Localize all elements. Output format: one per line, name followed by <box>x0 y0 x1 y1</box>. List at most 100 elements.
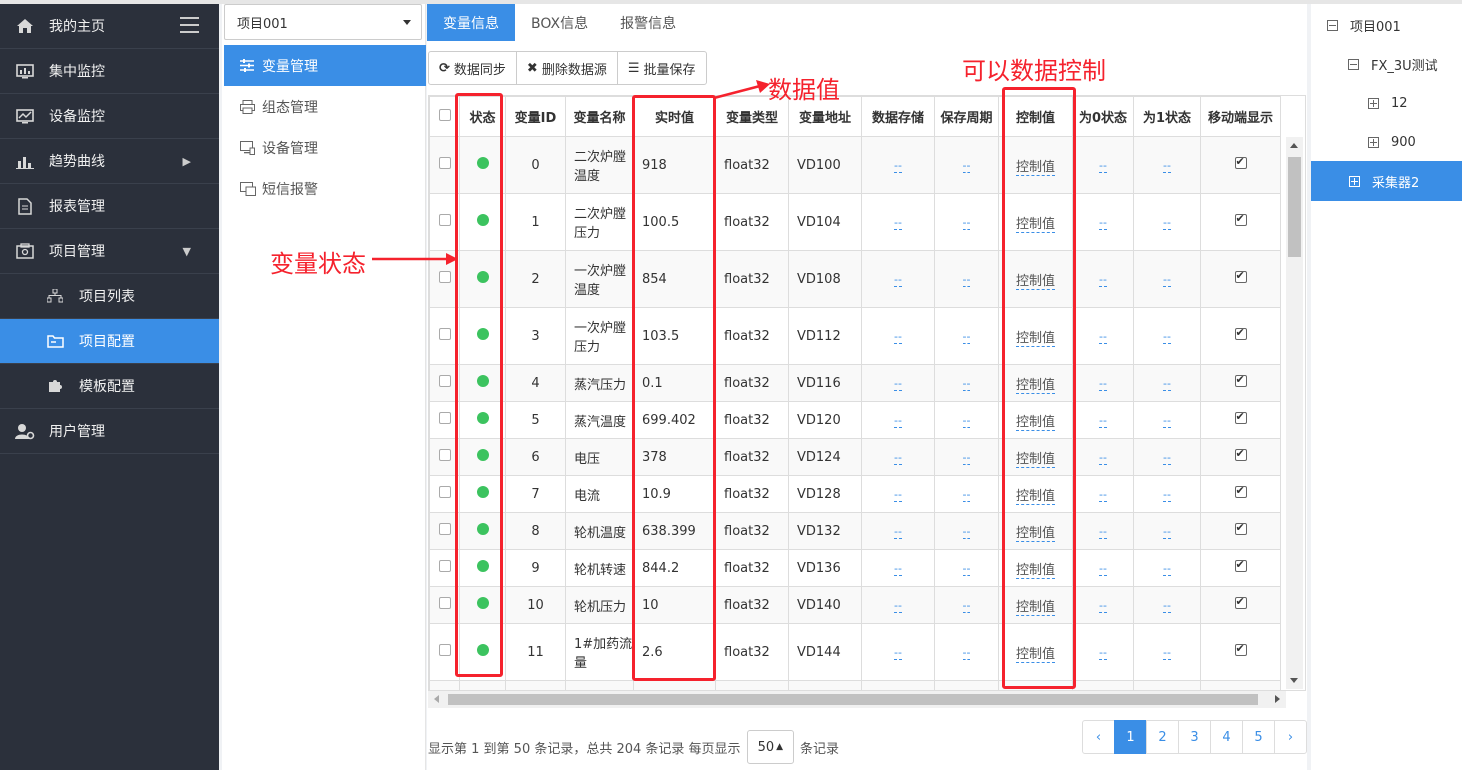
prev-page-button[interactable]: ‹ <box>1082 720 1115 754</box>
row-checkbox[interactable] <box>438 328 451 340</box>
page-button[interactable]: 1 <box>1114 720 1147 754</box>
sync-button[interactable]: ⟳ 数据同步 <box>428 51 517 85</box>
mobile-display-checkbox[interactable] <box>1234 155 1247 169</box>
one-state-link[interactable]: -- <box>1163 487 1171 502</box>
table-row[interactable]: 9 轮机转速 844.2 float32 VD136 -- -- 控制值 -- -- <box>429 549 1281 587</box>
mobile-display-checkbox[interactable] <box>1234 326 1247 340</box>
nav-item-project-list[interactable]: 项目列表 <box>0 274 219 319</box>
row-checkbox[interactable] <box>438 486 451 498</box>
mobile-display-checkbox[interactable] <box>1234 521 1247 535</box>
one-state-link[interactable]: -- <box>1163 561 1171 576</box>
mobile-display-checkbox[interactable] <box>1234 410 1247 424</box>
page-button[interactable]: 3 <box>1178 720 1211 754</box>
tab-box-info[interactable]: BOX信息 <box>515 4 604 41</box>
row-checkbox[interactable] <box>438 644 451 656</box>
zero-state-link[interactable]: -- <box>1099 487 1107 502</box>
save-period-link[interactable]: -- <box>962 329 971 344</box>
page-button[interactable]: 5 <box>1242 720 1275 754</box>
data-storage-link[interactable]: -- <box>894 450 902 465</box>
page-size-select[interactable]: 50 ▲ <box>746 730 795 764</box>
scroll-right-icon[interactable] <box>1275 695 1280 703</box>
table-row[interactable]: 6 电压 378 float32 VD124 -- -- 控制值 -- -- <box>429 438 1281 476</box>
zero-state-link[interactable]: -- <box>1099 524 1107 539</box>
table-row[interactable]: 10 轮机压力 10 float32 VD140 -- -- 控制值 -- -- <box>429 586 1281 624</box>
one-state-link[interactable]: -- <box>1163 450 1171 465</box>
one-state-link[interactable]: -- <box>1163 158 1171 173</box>
mobile-display-checkbox[interactable] <box>1234 484 1247 498</box>
scroll-thumb[interactable] <box>1288 157 1301 257</box>
data-storage-link[interactable]: -- <box>894 487 902 502</box>
column-header[interactable]: 变量ID <box>505 96 566 137</box>
page-button[interactable]: 4 <box>1210 720 1243 754</box>
column-header[interactable]: 为0状态 <box>1072 96 1134 137</box>
mobile-display-checkbox[interactable] <box>1234 269 1247 283</box>
column-header[interactable]: 保存周期 <box>934 96 999 137</box>
select-all-checkbox[interactable] <box>438 108 451 121</box>
scroll-down-icon[interactable] <box>1290 678 1298 683</box>
data-storage-link[interactable]: -- <box>894 376 902 391</box>
data-storage-link[interactable]: -- <box>894 158 902 173</box>
one-state-link[interactable]: -- <box>1163 329 1171 344</box>
row-checkbox[interactable] <box>438 214 451 226</box>
table-row[interactable]: 3 一次炉膛压力 103.5 float32 VD112 -- -- 控制值 -- -- <box>429 307 1281 365</box>
save-period-link[interactable]: -- <box>962 376 971 391</box>
save-period-link[interactable]: -- <box>962 215 971 230</box>
data-storage-link[interactable]: -- <box>894 561 902 576</box>
tab-alarm-info[interactable]: 报警信息 <box>604 4 692 41</box>
data-storage-link[interactable]: -- <box>894 329 902 344</box>
one-state-link[interactable]: -- <box>1163 524 1171 539</box>
save-period-link[interactable]: -- <box>962 450 971 465</box>
next-page-button[interactable]: › <box>1274 720 1307 754</box>
expand-icon[interactable] <box>1349 175 1360 187</box>
zero-state-link[interactable]: -- <box>1099 329 1107 344</box>
one-state-link[interactable]: -- <box>1163 272 1171 287</box>
save-period-link[interactable]: -- <box>962 598 971 613</box>
mobile-display-checkbox[interactable] <box>1234 595 1247 609</box>
zero-state-link[interactable]: -- <box>1099 215 1107 230</box>
save-period-link[interactable]: -- <box>962 524 971 539</box>
column-header[interactable]: 变量名称 <box>565 96 634 137</box>
nav-item-home[interactable]: 我的主页 <box>0 4 219 49</box>
row-checkbox[interactable] <box>438 560 451 572</box>
one-state-link[interactable]: -- <box>1163 413 1171 428</box>
nav-item-project-config[interactable]: 项目配置 <box>0 319 219 364</box>
horizontal-scrollbar[interactable] <box>428 691 1286 708</box>
table-row[interactable]: 11 1#加药流量 2.6 float32 VD144 -- -- 控制值 -- -- <box>429 623 1281 681</box>
zero-state-link[interactable]: -- <box>1099 561 1107 576</box>
collapse-icon[interactable] <box>1327 20 1338 31</box>
menu-sms-alarm[interactable]: 短信报警 <box>224 168 426 209</box>
menu-device-mgmt[interactable]: 设备管理 <box>224 127 426 168</box>
column-header[interactable]: 移动端显示 <box>1200 96 1281 137</box>
tree-node-900[interactable]: 900 <box>1311 123 1462 162</box>
scroll-up-icon[interactable] <box>1290 143 1298 148</box>
zero-state-link[interactable]: -- <box>1099 645 1107 660</box>
one-state-link[interactable]: -- <box>1163 645 1171 660</box>
batch-save-button[interactable]: ☰ 批量保存 <box>616 51 707 85</box>
nav-item-device-monitor[interactable]: 设备监控 <box>0 94 219 139</box>
mobile-display-checkbox[interactable] <box>1234 212 1247 226</box>
mobile-display-checkbox[interactable] <box>1234 373 1247 387</box>
menu-scada-mgmt[interactable]: 组态管理 <box>224 86 426 127</box>
nav-item-central-monitor[interactable]: 集中监控 <box>0 49 219 94</box>
mobile-display-checkbox[interactable] <box>1234 642 1247 656</box>
save-period-link[interactable]: -- <box>962 158 971 173</box>
row-checkbox[interactable] <box>438 449 451 461</box>
one-state-link[interactable]: -- <box>1163 215 1171 230</box>
page-button[interactable]: 2 <box>1146 720 1179 754</box>
menu-variable-mgmt[interactable]: 变量管理 <box>224 45 426 86</box>
tree-node-project[interactable]: 项目001 <box>1311 6 1462 45</box>
expand-icon[interactable] <box>1368 98 1379 109</box>
zero-state-link[interactable]: -- <box>1099 450 1107 465</box>
table-row[interactable]: 4 蒸汽压力 0.1 float32 VD116 -- -- 控制值 -- -- <box>429 364 1281 402</box>
tree-node-fx3u[interactable]: FX_3U测试 <box>1311 45 1462 84</box>
delete-source-button[interactable]: ✖ 删除数据源 <box>515 51 618 85</box>
table-row[interactable]: 8 轮机温度 638.399 float32 VD132 -- -- 控制值 -- -- <box>429 512 1281 550</box>
data-storage-link[interactable]: -- <box>894 272 902 287</box>
zero-state-link[interactable]: -- <box>1099 413 1107 428</box>
tree-node-collector2[interactable]: 采集器2 <box>1311 161 1462 201</box>
expand-icon[interactable] <box>1368 137 1379 148</box>
save-period-link[interactable]: -- <box>962 272 971 287</box>
one-state-link[interactable]: -- <box>1163 376 1171 391</box>
nav-item-project-mgmt[interactable]: 项目管理 ▼ <box>0 229 219 274</box>
mobile-display-checkbox[interactable] <box>1234 447 1247 461</box>
